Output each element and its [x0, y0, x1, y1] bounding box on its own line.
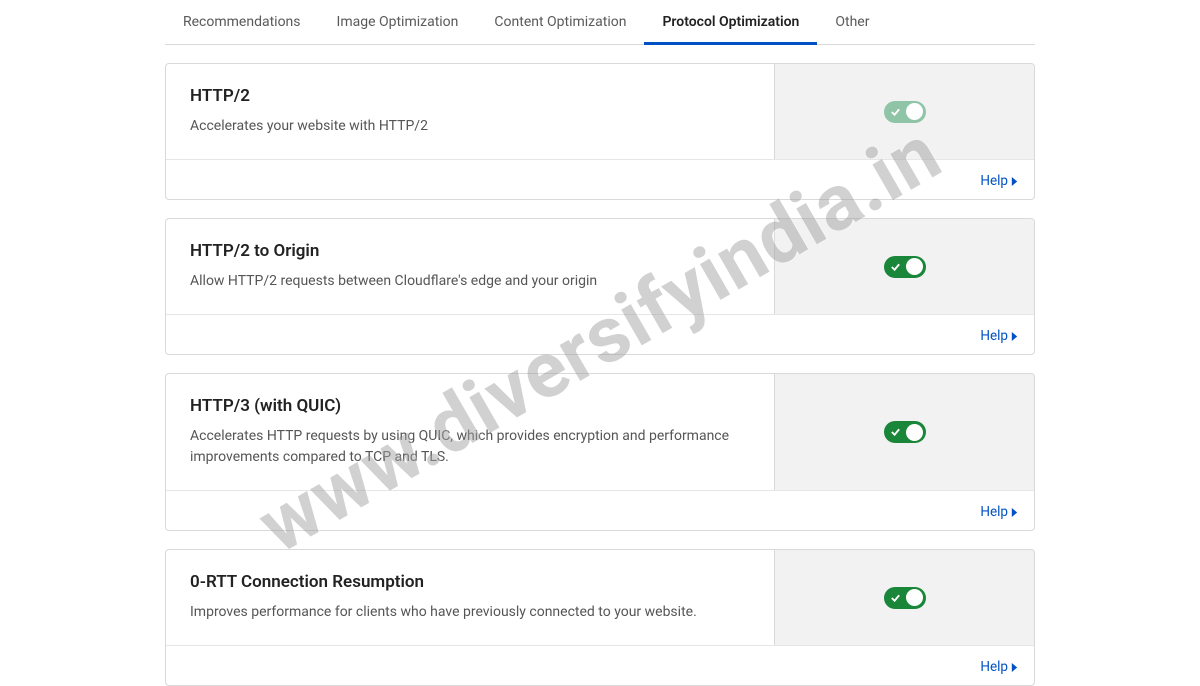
chevron-right-icon [1011, 663, 1018, 672]
card-title: HTTP/2 [190, 86, 750, 106]
card-http3: HTTP/3 (with QUIC) Accelerates HTTP requ… [165, 373, 1035, 531]
card-content: HTTP/2 Accelerates your website with HTT… [166, 64, 774, 159]
toggle-http3[interactable] [884, 421, 926, 443]
card-footer: Help [166, 314, 1034, 354]
help-label: Help [980, 659, 1008, 675]
tab-other[interactable]: Other [817, 4, 887, 45]
chevron-right-icon [1011, 332, 1018, 341]
help-link[interactable]: Help [980, 173, 1018, 189]
card-content: HTTP/3 (with QUIC) Accelerates HTTP requ… [166, 374, 774, 490]
card-0rtt: 0-RTT Connection Resumption Improves per… [165, 549, 1035, 686]
toggle-0rtt[interactable] [884, 587, 926, 609]
card-body: 0-RTT Connection Resumption Improves per… [166, 550, 1034, 645]
check-icon [890, 261, 901, 272]
card-body: HTTP/2 Accelerates your website with HTT… [166, 64, 1034, 159]
card-title: HTTP/2 to Origin [190, 241, 750, 261]
settings-container: Recommendations Image Optimization Conte… [165, 0, 1035, 686]
card-footer: Help [166, 645, 1034, 685]
help-link[interactable]: Help [980, 504, 1018, 520]
toggle-http2[interactable] [884, 101, 926, 123]
chevron-right-icon [1011, 177, 1018, 186]
card-description: Improves performance for clients who hav… [190, 602, 750, 623]
card-body: HTTP/3 (with QUIC) Accelerates HTTP requ… [166, 374, 1034, 490]
card-content: HTTP/2 to Origin Allow HTTP/2 requests b… [166, 219, 774, 314]
check-icon [890, 427, 901, 438]
card-description: Accelerates your website with HTTP/2 [190, 116, 750, 137]
card-title: HTTP/3 (with QUIC) [190, 396, 750, 416]
card-control [774, 374, 1034, 490]
tab-protocol-optimization[interactable]: Protocol Optimization [644, 4, 817, 45]
toggle-knob [906, 424, 923, 441]
chevron-right-icon [1011, 508, 1018, 517]
card-control [774, 550, 1034, 645]
check-icon [890, 592, 901, 603]
card-http2-origin: HTTP/2 to Origin Allow HTTP/2 requests b… [165, 218, 1035, 355]
tab-image-optimization[interactable]: Image Optimization [319, 4, 477, 45]
card-footer: Help [166, 159, 1034, 199]
tab-content-optimization[interactable]: Content Optimization [476, 4, 644, 45]
card-http2: HTTP/2 Accelerates your website with HTT… [165, 63, 1035, 200]
card-control [774, 219, 1034, 314]
card-title: 0-RTT Connection Resumption [190, 572, 750, 592]
help-link[interactable]: Help [980, 328, 1018, 344]
toggle-knob [906, 103, 923, 120]
card-body: HTTP/2 to Origin Allow HTTP/2 requests b… [166, 219, 1034, 314]
toggle-knob [906, 589, 923, 606]
card-footer: Help [166, 490, 1034, 530]
toggle-http2-origin[interactable] [884, 256, 926, 278]
help-label: Help [980, 504, 1008, 520]
help-label: Help [980, 173, 1008, 189]
tab-recommendations[interactable]: Recommendations [165, 4, 319, 45]
card-description: Accelerates HTTP requests by using QUIC,… [190, 426, 750, 468]
card-content: 0-RTT Connection Resumption Improves per… [166, 550, 774, 645]
check-icon [890, 106, 901, 117]
card-description: Allow HTTP/2 requests between Cloudflare… [190, 271, 750, 292]
toggle-knob [906, 258, 923, 275]
help-link[interactable]: Help [980, 659, 1018, 675]
card-control [774, 64, 1034, 159]
tab-bar: Recommendations Image Optimization Conte… [165, 4, 1035, 45]
help-label: Help [980, 328, 1008, 344]
